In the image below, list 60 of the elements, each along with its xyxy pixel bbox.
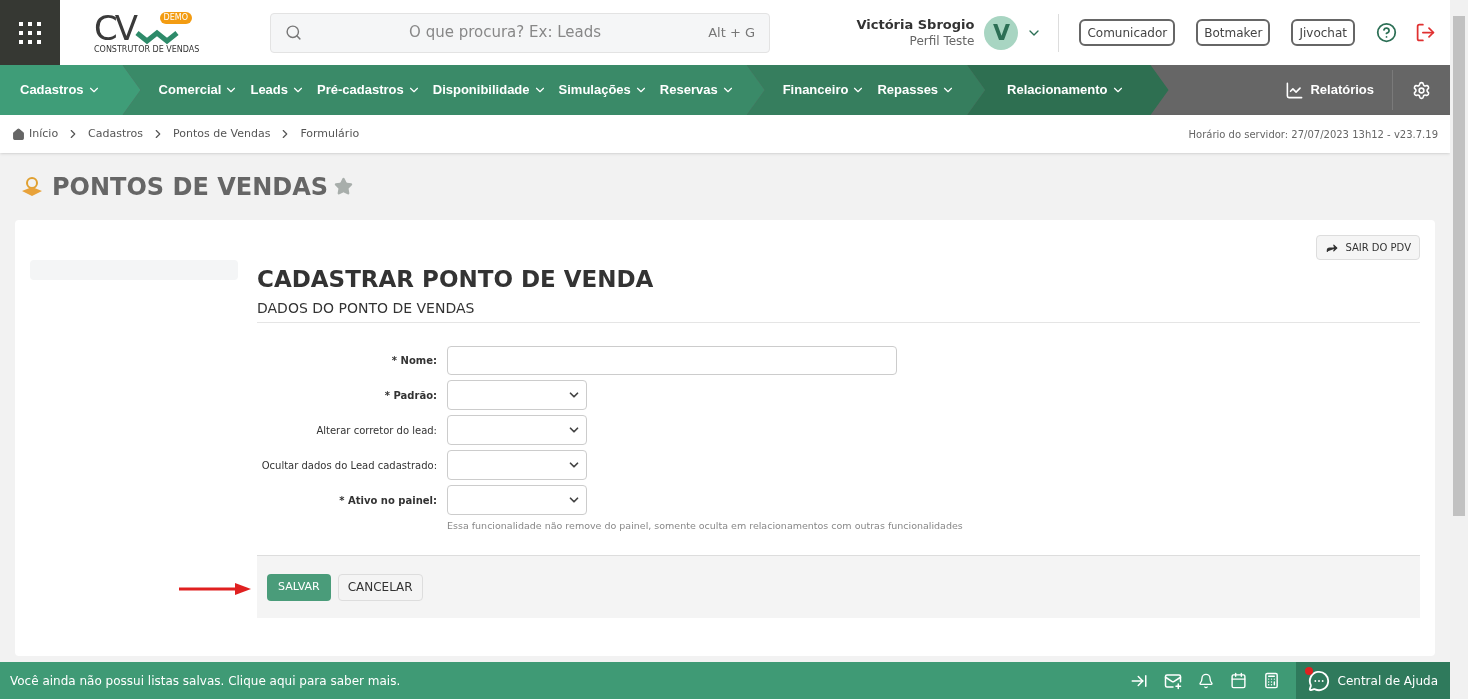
chat-icon xyxy=(1307,669,1330,692)
search-field[interactable]: O que procura? Ex: Leads Alt + G xyxy=(270,12,770,53)
nav-menu-item[interactable]: Repasses xyxy=(877,80,956,100)
select-field[interactable] xyxy=(447,380,587,410)
server-time: Horário do servidor: 27/07/2023 13h12 - v23.7.19 xyxy=(1188,127,1438,142)
apps-grid-button[interactable] xyxy=(0,0,60,65)
pointer-arrow xyxy=(179,582,251,597)
logout-icon[interactable] xyxy=(1415,22,1436,43)
line-chart-icon xyxy=(1285,80,1305,100)
breadcrumb-link[interactable]: Cadastros xyxy=(88,125,144,143)
save-button[interactable]: SALVAR xyxy=(267,573,331,601)
saved-lists-message[interactable]: Você ainda não possui listas salvas. Clique aqui para saber mais. xyxy=(0,671,401,690)
nav-menu-item[interactable]: Disponibilidade xyxy=(432,80,547,100)
search-input[interactable]: O que procura? Ex: Leads xyxy=(302,21,709,44)
search-icon xyxy=(285,24,302,41)
home-icon xyxy=(12,127,25,141)
name-input[interactable] xyxy=(447,346,897,375)
breadcrumb-link[interactable]: Formulário xyxy=(300,125,360,143)
help-center-button[interactable]: Central de Ajuda xyxy=(1295,662,1450,699)
field-label: Ocultar dados do Lead cadastrado: xyxy=(260,458,438,473)
form-title: CADASTRAR PONTO DE VENDA xyxy=(257,265,655,294)
bell-icon[interactable] xyxy=(1197,672,1214,689)
nav-menu-item[interactable]: Cadastros xyxy=(20,80,101,100)
logo: CV DEMO CONSTRUTOR DE VENDAS xyxy=(94,7,201,56)
shortcut-hint: Alt + G xyxy=(708,23,755,42)
field-label: * Ativo no painel: xyxy=(338,493,438,508)
nav-menu-item[interactable]: Pré-cadastros xyxy=(317,80,421,100)
section-title: DADOS DO PONTO DE VENDAS xyxy=(257,298,1420,323)
field-label: * Nome: xyxy=(390,354,438,368)
header-button[interactable]: Jivochat xyxy=(1291,19,1355,46)
breadcrumb-link[interactable]: Início xyxy=(29,125,59,143)
help-icon[interactable] xyxy=(1376,22,1397,43)
header-button[interactable]: Botmaker xyxy=(1196,19,1271,46)
nav-menu-item[interactable]: Financeiro xyxy=(782,80,866,100)
cancel-button[interactable]: CANCELAR xyxy=(337,573,423,601)
calendar-icon[interactable] xyxy=(1229,672,1247,689)
help-text: Essa funcionalidade não remove do painel, somente oculta em relacionamentos com outras funcionalidades xyxy=(447,519,964,533)
select-field[interactable] xyxy=(447,415,587,445)
nav-menu-item[interactable]: Leads xyxy=(250,80,306,100)
nav-menu-item[interactable]: Reservas xyxy=(659,80,735,100)
user-name: Victória Sbrogio xyxy=(856,16,975,33)
nav-menu-item[interactable]: Simulações xyxy=(558,80,648,100)
nav-menu-item[interactable]: Relacionamento xyxy=(1007,80,1125,100)
nav-menu-item[interactable]: Comercial xyxy=(158,80,239,100)
user-profile: Perfil Teste xyxy=(909,32,975,49)
field-label: * Padrão: xyxy=(383,388,438,403)
select-field[interactable] xyxy=(447,450,587,480)
header-button[interactable]: Comunicador xyxy=(1079,19,1176,46)
reports-link[interactable]: Relatórios xyxy=(1285,70,1393,110)
breadcrumb-link[interactable]: Pontos de Vendas xyxy=(173,125,271,143)
page-title: PONTOS DE VENDAS xyxy=(52,171,328,203)
exit-pdv-button[interactable]: SAIR DO PDV xyxy=(1316,235,1420,260)
settings-icon[interactable] xyxy=(1412,80,1431,100)
favorite-star-icon[interactable] xyxy=(334,177,353,196)
field-label: Alterar corretor do lead: xyxy=(315,423,438,438)
mail-icon[interactable] xyxy=(1163,671,1182,690)
user-avatar[interactable]: V xyxy=(984,15,1019,50)
grid-icon xyxy=(18,20,42,45)
calculator-icon[interactable] xyxy=(1262,672,1280,689)
select-field[interactable] xyxy=(447,485,587,515)
